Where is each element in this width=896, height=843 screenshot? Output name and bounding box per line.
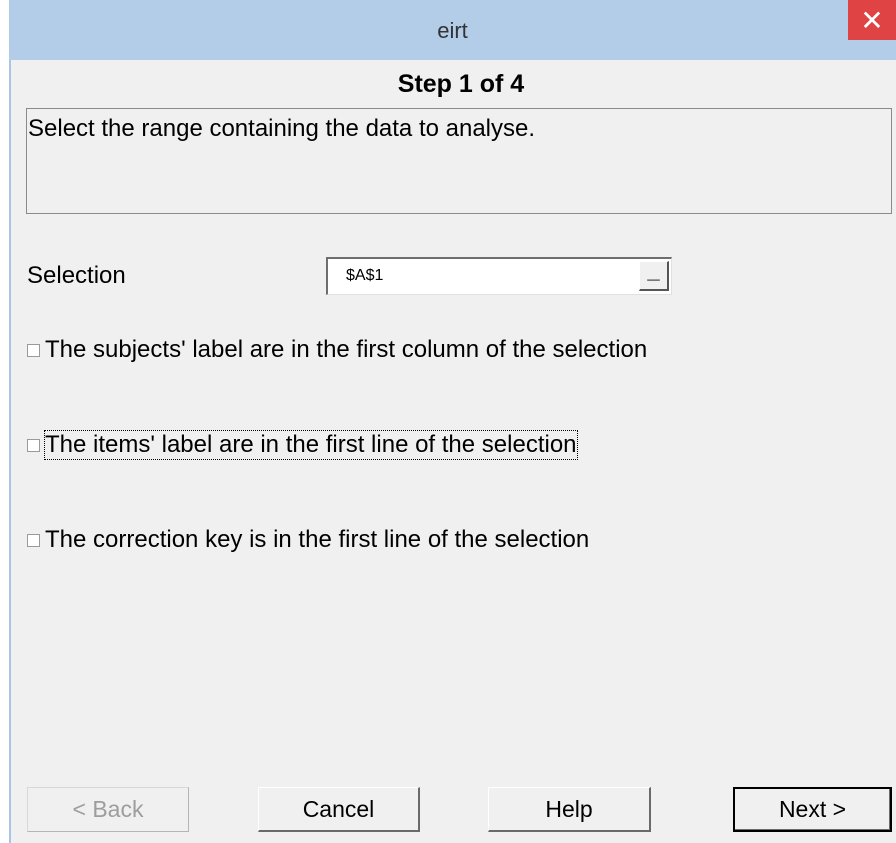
items-label-checkbox[interactable] xyxy=(27,438,40,452)
selection-range-input[interactable]: $A$1 _ xyxy=(326,257,672,295)
description-text: Select the range containing the data to … xyxy=(28,115,536,142)
correction-key-option-text: The correction key is in the first line … xyxy=(45,526,590,553)
step-heading: Step 1 of 4 xyxy=(397,70,525,98)
correction-key-checkbox[interactable] xyxy=(27,533,40,547)
window-frame-left xyxy=(0,0,9,843)
subjects-label-checkbox[interactable] xyxy=(27,343,40,357)
description-box: Select the range containing the data to … xyxy=(26,108,892,214)
items-label-option[interactable]: The items' label are in the first line o… xyxy=(27,428,578,462)
range-picker-button[interactable]: _ xyxy=(639,258,669,291)
correction-key-option[interactable]: The correction key is in the first line … xyxy=(27,523,589,557)
collapse-icon: _ xyxy=(647,258,660,283)
wizard-dialog: eirt ✕ Step 1 of 4 Select the range cont… xyxy=(0,0,896,843)
window-title: eirt xyxy=(437,18,468,43)
next-button[interactable]: Next > xyxy=(733,787,892,832)
subjects-label-option-text: The subjects' label are in the first col… xyxy=(45,336,648,363)
cancel-button[interactable]: Cancel xyxy=(258,787,420,832)
subjects-label-option[interactable]: The subjects' label are in the first col… xyxy=(27,333,647,367)
items-label-option-text: The items' label are in the first line o… xyxy=(44,430,578,460)
close-button[interactable]: ✕ xyxy=(848,0,896,40)
dialog-content: Step 1 of 4 Select the range containing … xyxy=(11,60,896,843)
selection-range-value[interactable]: $A$1 xyxy=(346,267,383,285)
help-button[interactable]: Help xyxy=(488,787,651,832)
back-button[interactable]: < Back xyxy=(27,787,189,832)
close-icon: ✕ xyxy=(860,4,884,36)
selection-label: Selection xyxy=(27,262,126,289)
title-bar[interactable]: eirt ✕ xyxy=(9,0,896,60)
